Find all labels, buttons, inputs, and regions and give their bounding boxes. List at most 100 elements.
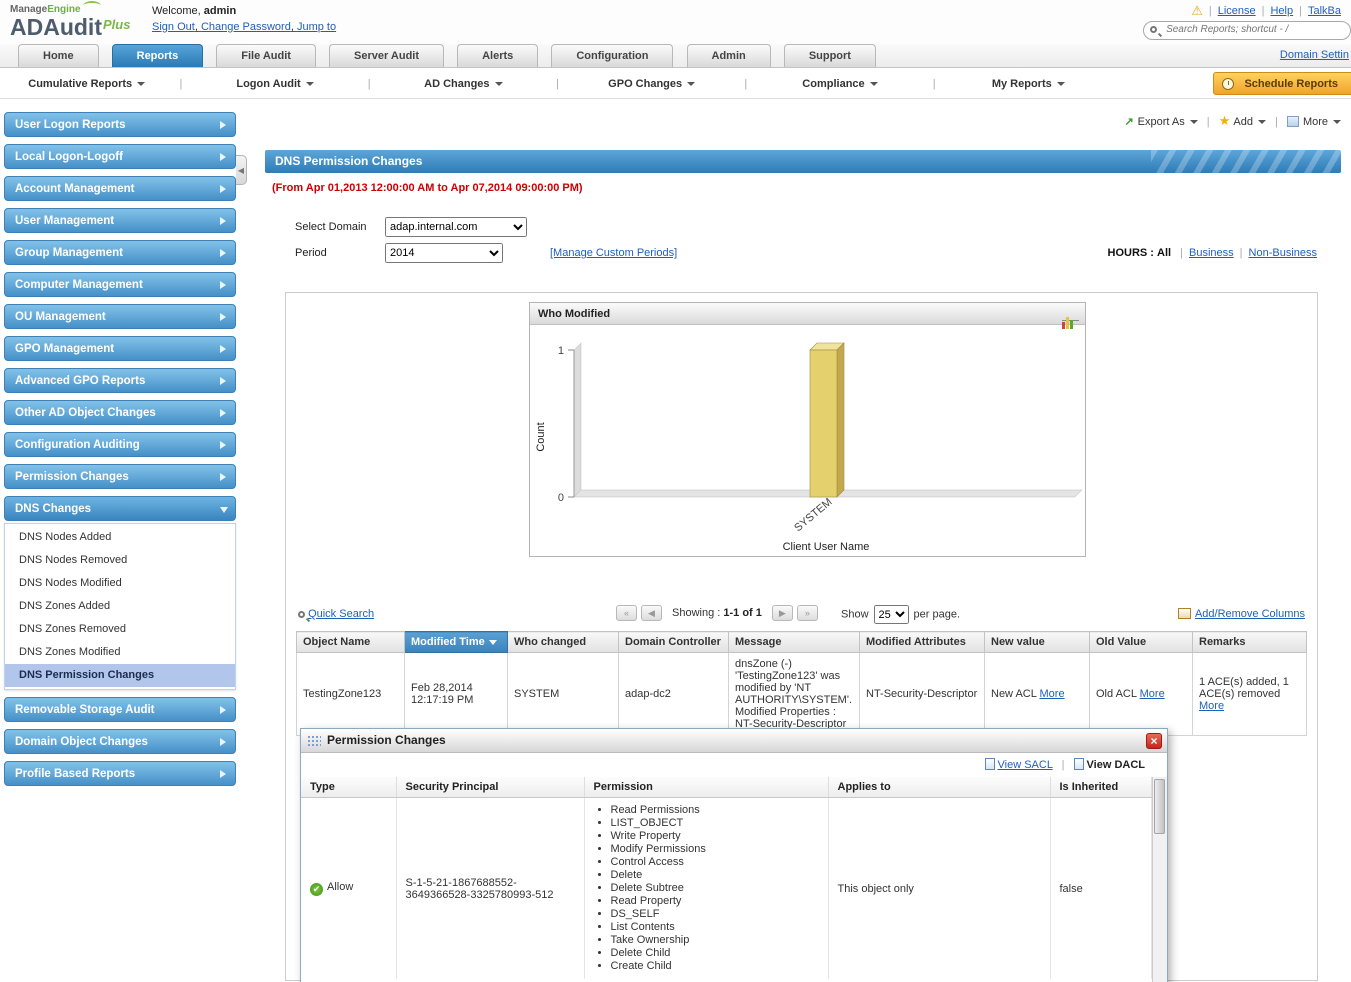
subnav-my-reports[interactable]: My Reports [942,78,1115,90]
sidebar-item-configuration-auditing[interactable]: Configuration Auditing [4,432,236,457]
view-sacl-link[interactable]: View SACL [998,759,1053,771]
sidebar-item-ou-management[interactable]: OU Management [4,304,236,329]
sidebar-item-dns-changes[interactable]: DNS Changes [4,496,236,521]
domain-settings-link[interactable]: Domain Settin [1280,49,1349,61]
page-size-dropdown[interactable]: 25 [874,605,909,624]
add-button[interactable]: ★Add [1219,116,1266,128]
global-search-box[interactable] [1143,21,1351,40]
divider [362,78,377,90]
first-page-button[interactable]: « [616,605,637,621]
col-new-value[interactable]: New value [985,632,1090,653]
sidebar-item-advanced-gpo-reports[interactable]: Advanced GPO Reports [4,368,236,393]
close-button[interactable]: × [1146,733,1162,749]
col-message[interactable]: Message [729,632,860,653]
change-password-link[interactable]: Change Password [201,21,297,33]
subnav-gpo-changes[interactable]: GPO Changes [565,78,738,90]
search-input[interactable] [1164,23,1339,36]
submenu-dns-zones-removed[interactable]: DNS Zones Removed [5,618,235,641]
select-domain-dropdown[interactable]: adap.internal.com [385,217,527,237]
submenu-dns-permission-changes[interactable]: DNS Permission Changes [5,664,235,687]
scrollbar-thumb[interactable] [1154,779,1165,834]
tab-server-audit[interactable]: Server Audit [329,44,444,67]
subnav-compliance[interactable]: Compliance [753,78,926,90]
sidebar-item-user-management[interactable]: User Management [4,208,236,233]
tab-configuration[interactable]: Configuration [551,44,673,67]
submenu-dns-nodes-added[interactable]: DNS Nodes Added [5,526,235,549]
warning-icon[interactable]: ⚠ [1191,3,1203,18]
app-logo[interactable]: ManageEngine ADAuditPlus [10,1,130,42]
col-object-name[interactable]: Object Name [297,632,405,653]
sidebar-item-domain-object-changes[interactable]: Domain Object Changes [4,729,236,754]
sign-out-link[interactable]: Sign Out [152,21,201,33]
new-value-more-link[interactable]: More [1040,688,1065,700]
submenu-dns-zones-added[interactable]: DNS Zones Added [5,595,235,618]
sidebar-item-label: Local Logon-Logoff [15,151,123,163]
prev-page-button[interactable]: ◀ [641,605,662,621]
old-value-text: Old ACL [1096,688,1137,700]
col-who-changed[interactable]: Who changed [508,632,619,653]
sidebar-item-other-ad-object-changes[interactable]: Other AD Object Changes [4,400,236,425]
quick-search-link[interactable]: Quick Search [308,608,374,620]
sidebar-item-profile-based-reports[interactable]: Profile Based Reports [4,761,236,786]
sidebar-item-removable-storage-audit[interactable]: Removable Storage Audit [4,697,236,722]
drag-grip-icon[interactable] [307,735,321,747]
sidebar-item-local-logon-logoff[interactable]: Local Logon-Logoff [4,144,236,169]
tab-reports[interactable]: Reports [112,44,204,67]
subnav-cumulative-reports[interactable]: Cumulative Reports [0,78,173,90]
talkback-link[interactable]: TalkBa [1308,5,1341,17]
sidebar-item-label: GPO Management [15,343,114,355]
more-button[interactable]: More [1287,116,1341,128]
search-icon [1150,26,1157,33]
last-page-button[interactable]: » [797,605,818,621]
sidebar-item-permission-changes[interactable]: Permission Changes [4,464,236,489]
tab-admin[interactable]: Admin [687,44,771,67]
col-domain-controller[interactable]: Domain Controller [619,632,729,653]
dialog-titlebar[interactable]: Permission Changes × [301,729,1167,753]
col-old-value[interactable]: Old Value [1090,632,1193,653]
sidebar-item-user-logon-reports[interactable]: User Logon Reports [4,112,236,137]
schedule-reports-button[interactable]: Schedule Reports [1213,72,1351,95]
col-modified-attributes[interactable]: Modified Attributes [860,632,985,653]
dialog-scrollbar[interactable] [1152,777,1167,982]
sidebar-item-group-management[interactable]: Group Management [4,240,236,265]
hours-non-business-link[interactable]: Non-Business [1249,247,1317,259]
add-remove-columns-link[interactable]: Add/Remove Columns [1195,608,1305,620]
jump-to-link[interactable]: Jump to [297,21,336,33]
remarks-more-link[interactable]: More [1199,700,1224,712]
old-value-more-link[interactable]: More [1140,688,1165,700]
subnav-ad-changes[interactable]: AD Changes [377,78,550,90]
submenu-dns-zones-modified[interactable]: DNS Zones Modified [5,641,235,664]
cell-who-changed: SYSTEM [508,653,619,736]
manage-custom-periods-link[interactable]: [Manage Custom Periods] [550,247,677,259]
view-dacl-link[interactable]: View DACL [1087,759,1145,771]
submenu-dns-nodes-modified[interactable]: DNS Nodes Modified [5,572,235,595]
sidebar-item-account-management[interactable]: Account Management [4,176,236,201]
tab-alerts[interactable]: Alerts [457,44,538,67]
hours-business-link[interactable]: Business [1189,247,1234,259]
sidebar-item-computer-management[interactable]: Computer Management [4,272,236,297]
add-remove-columns[interactable]: Add/Remove Columns [1178,608,1305,620]
next-page-button[interactable]: ▶ [772,605,793,621]
col-remarks[interactable]: Remarks [1193,632,1307,653]
col-modified-time[interactable]: Modified Time [405,632,508,653]
submenu-dns-nodes-removed[interactable]: DNS Nodes Removed [5,549,235,572]
cell-modified-time: Feb 28,2014 12:17:19 PM [405,653,508,736]
hours-all[interactable]: All [1157,247,1171,259]
bar-system[interactable] [810,350,837,497]
quick-search[interactable]: Quick Search [298,608,374,620]
subnav-logon-audit[interactable]: Logon Audit [188,78,361,90]
cell-is-inherited: false [1050,798,1152,980]
tab-home[interactable]: Home [18,44,99,67]
chart-type-icon[interactable] [1062,307,1079,321]
dns-changes-submenu: DNS Nodes Added DNS Nodes Removed DNS No… [4,523,236,690]
tab-support[interactable]: Support [784,44,876,67]
tab-file-audit[interactable]: File Audit [216,44,316,67]
help-link[interactable]: Help [1270,5,1293,17]
export-as-button[interactable]: ↗Export As [1124,116,1197,128]
license-link[interactable]: License [1218,5,1256,17]
sidebar-collapse-handle[interactable]: ◀ [236,155,247,185]
sidebar-item-label: Profile Based Reports [15,768,135,780]
period-dropdown[interactable]: 2014 [385,243,503,263]
sidebar-item-gpo-management[interactable]: GPO Management [4,336,236,361]
acl-table: Type Security Principal Permission Appli… [301,777,1152,979]
